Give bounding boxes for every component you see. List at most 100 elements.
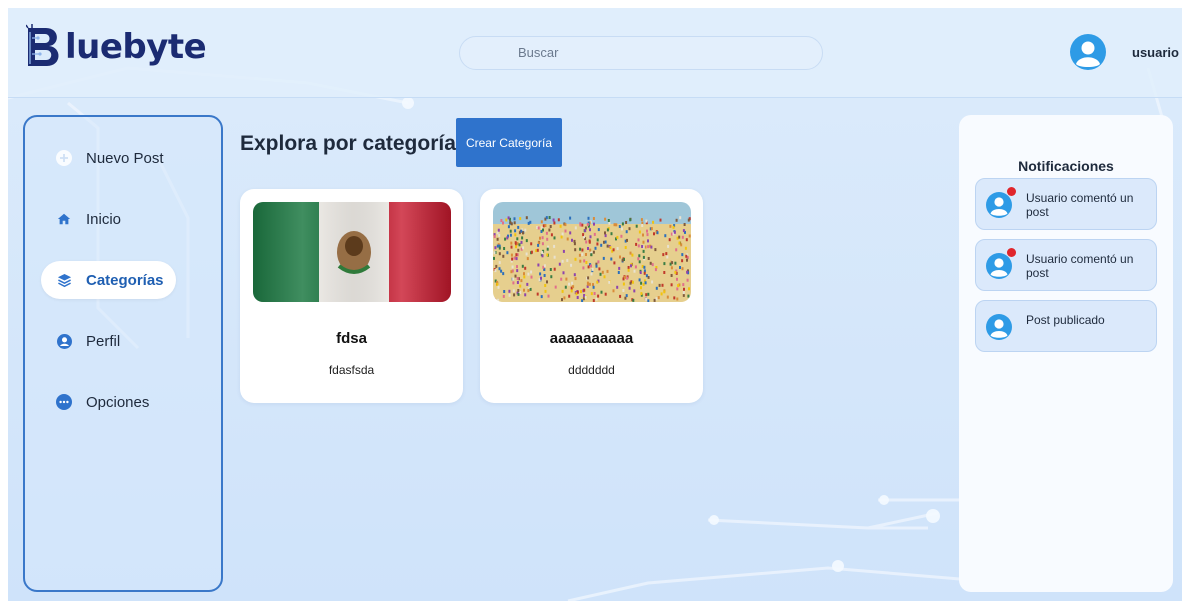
crowd-texture-dot — [558, 262, 561, 266]
search-input[interactable] — [518, 45, 798, 60]
crowd-texture-dot — [546, 253, 549, 257]
crowd-texture-dot — [502, 254, 505, 258]
crowd-texture-dot — [586, 223, 589, 226]
bluebyte-logo[interactable]: luebyte — [26, 22, 207, 72]
crowd-texture-dot — [540, 220, 543, 224]
crowd-texture-dot — [517, 289, 520, 292]
sidebar-item-categorias[interactable]: Categorías — [41, 261, 176, 299]
crowd-texture-dot — [510, 253, 513, 257]
crowd-texture-dot — [590, 253, 593, 257]
category-description: fdasfsda — [328, 363, 375, 377]
crowd-texture-dot — [540, 276, 542, 280]
crowd-texture-dot — [633, 269, 636, 273]
crowd-texture-dot — [635, 224, 638, 228]
category-card[interactable]: aaaaaaaaaa ddddddd — [480, 189, 703, 403]
crowd-texture-dot — [553, 221, 556, 225]
crowd-texture-dot — [498, 261, 501, 265]
crowd-texture-dot — [552, 218, 555, 222]
crowd-texture-dot — [497, 298, 500, 302]
crowd-texture-dot — [497, 285, 500, 289]
create-category-button[interactable]: Crear Categoría — [456, 118, 562, 167]
crowd-texture-dot — [585, 261, 588, 264]
crowd-texture-dot — [508, 289, 511, 293]
crowd-texture-dot — [676, 277, 678, 281]
user-avatar-icon[interactable] — [1070, 34, 1106, 70]
notification-text: Post publicado — [1026, 313, 1105, 327]
crowd-texture-dot — [620, 234, 623, 238]
crowd-texture-dot — [525, 216, 528, 220]
crowd-texture-dot — [537, 243, 540, 247]
crowd-texture-dot — [673, 230, 676, 234]
crowd-texture-dot — [540, 295, 543, 299]
crowd-texture-dot — [592, 299, 595, 302]
crowd-texture-dot — [653, 232, 655, 236]
crowd-texture-dot — [618, 266, 621, 270]
crowd-texture-dot — [565, 277, 568, 281]
crowd-texture-dot — [595, 297, 598, 301]
crowd-texture-dot — [618, 225, 621, 228]
category-card[interactable]: fdsa fdasfsda — [240, 189, 463, 403]
crowd-texture-dot — [630, 264, 632, 268]
crowd-texture-dot — [522, 231, 524, 235]
crowd-texture-dot — [544, 284, 547, 287]
sidebar-item-opciones[interactable]: Opciones — [41, 383, 176, 421]
crowd-texture-dot — [522, 246, 525, 250]
crowd-texture-dot — [543, 264, 546, 268]
app-window: luebyte usuario Nuevo Post Inicio — [8, 8, 1182, 601]
user-menu[interactable]: usuario — [1070, 34, 1179, 70]
crowd-texture-dot — [642, 255, 645, 259]
crowd-texture-dot — [621, 222, 624, 226]
crowd-texture-dot — [514, 241, 517, 245]
crowd-texture-dot — [516, 269, 519, 273]
notification-text: Usuario comentó un post — [1026, 191, 1134, 219]
crowd-texture-dot — [655, 286, 658, 290]
mexico-flag-image — [253, 202, 451, 302]
crowd-texture-dot — [496, 231, 499, 235]
crowd-texture-dot — [590, 292, 593, 296]
crowd-texture-dot — [668, 238, 671, 242]
notification-item[interactable]: Usuario comentó un post — [975, 239, 1157, 291]
sidebar-item-nuevo-post[interactable]: Nuevo Post — [41, 139, 176, 177]
crowd-texture-dot — [530, 270, 533, 274]
crowd-texture-dot — [655, 297, 658, 301]
crowd-texture-dot — [674, 270, 677, 274]
crowd-texture-dot — [498, 246, 501, 250]
crowd-texture-dot — [543, 274, 546, 277]
crowd-texture-dot — [665, 252, 668, 256]
crowd-texture-dot — [681, 267, 684, 271]
crowd-texture-dot — [593, 222, 595, 226]
crowd-texture-dot — [590, 272, 593, 276]
crowd-texture-dot — [505, 218, 508, 222]
crowd-texture-dot — [546, 247, 549, 251]
crowd-texture-dot — [638, 278, 641, 282]
crowd-texture-dot — [681, 259, 684, 263]
crowd-texture-dot — [525, 239, 528, 243]
crowd-texture-dot — [637, 244, 640, 248]
crowd-texture-dot — [656, 231, 659, 235]
crowd-texture-dot — [571, 238, 573, 242]
crowd-texture-dot — [606, 228, 609, 232]
crowd-texture-dot — [650, 245, 653, 249]
logo-b-glyph — [26, 24, 59, 66]
crowd-texture-dot — [516, 277, 519, 280]
search-bar[interactable] — [459, 36, 823, 70]
sidebar-item-perfil[interactable]: Perfil — [41, 322, 176, 360]
crowd-texture-dot — [624, 275, 626, 279]
sidebar-item-inicio[interactable]: Inicio — [41, 200, 176, 238]
crowd-texture-dot — [519, 217, 522, 221]
brand-name: luebyte — [65, 27, 207, 67]
crowd-texture-dot — [633, 289, 636, 293]
crowd-texture-dot — [663, 271, 666, 274]
crowd-texture-dot — [675, 248, 678, 252]
notification-item[interactable]: Post publicado — [975, 300, 1157, 352]
crowd-texture-dot — [524, 228, 527, 232]
crowd-texture-dot — [569, 231, 572, 235]
notification-item[interactable]: Usuario comentó un post — [975, 178, 1157, 230]
crowd-texture-dot — [587, 216, 590, 220]
crowd-texture-dot — [616, 247, 619, 251]
crowd-texture-dot — [554, 285, 557, 289]
crowd-texture-dot — [627, 266, 630, 269]
crowd-texture-dot — [546, 237, 549, 241]
crowd-texture-dot — [568, 294, 571, 298]
crowd-texture-dot — [590, 264, 592, 268]
